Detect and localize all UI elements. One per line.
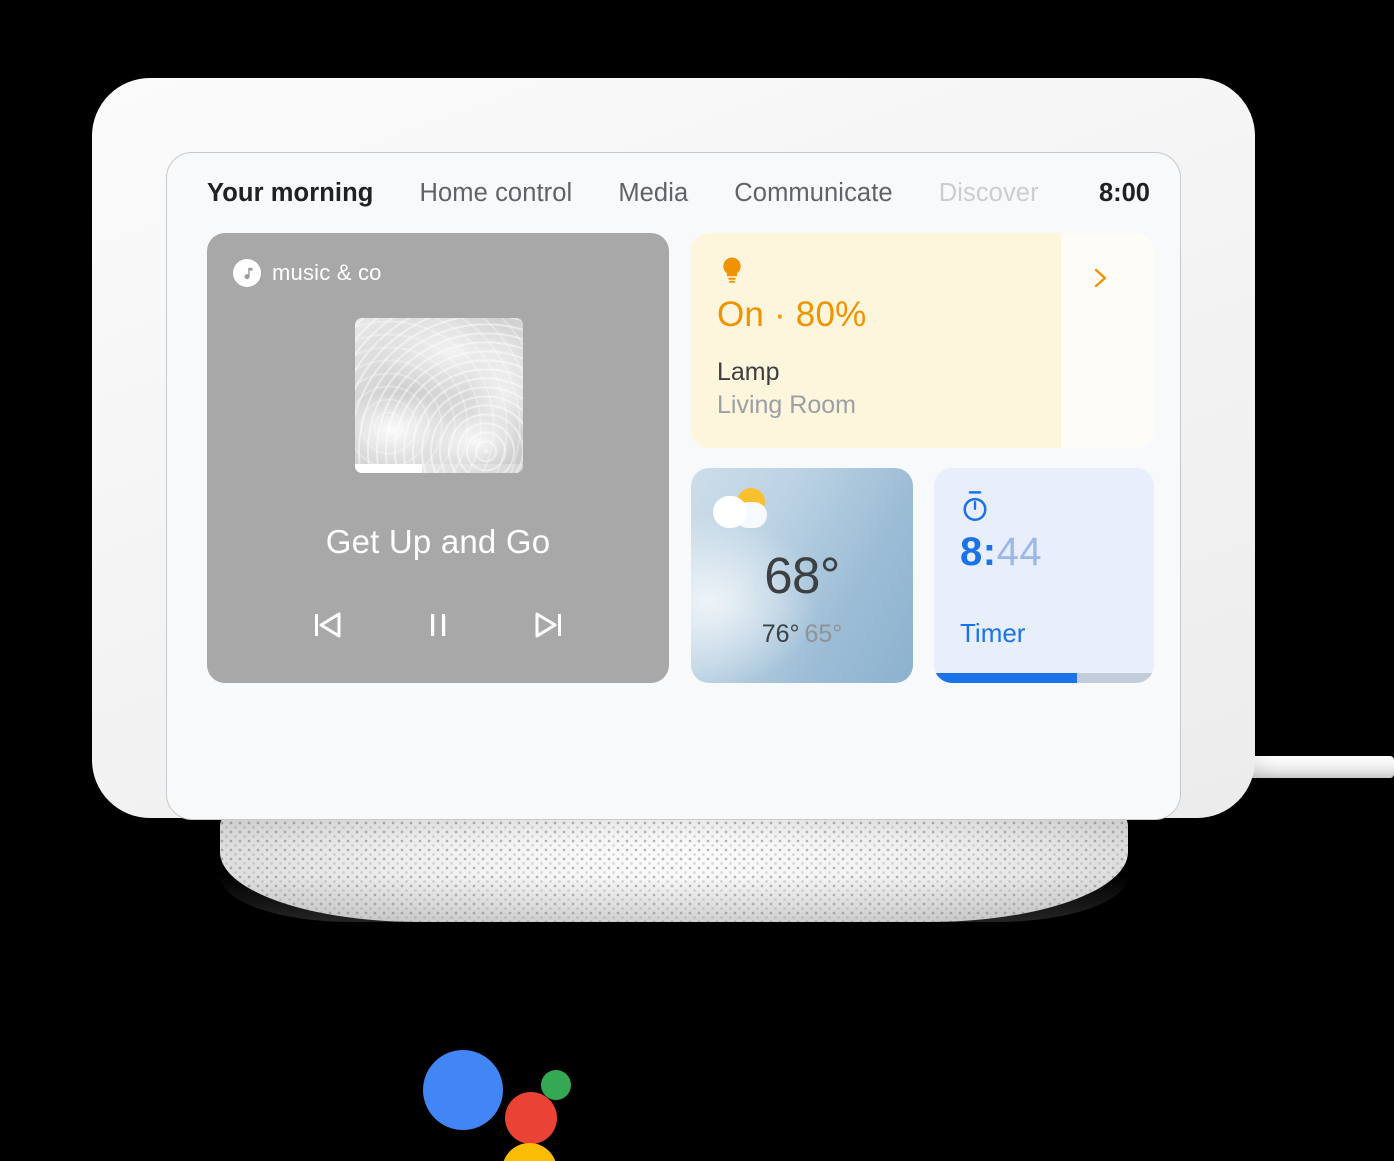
music-note-icon (233, 259, 261, 287)
timer-label: Timer (960, 618, 1026, 648)
stopwatch-icon (960, 490, 990, 527)
skip-previous-icon[interactable] (305, 603, 349, 647)
timer-card[interactable]: 8:44 Timer (934, 468, 1154, 683)
album-art (355, 318, 523, 473)
device-body: Your morning Home control Media Communic… (92, 78, 1255, 820)
current-temperature: 68° (764, 547, 840, 604)
music-source-label: music & co (272, 260, 382, 285)
playback-controls (207, 603, 669, 647)
speaker-mesh (220, 812, 1128, 922)
music-source-row: music & co (233, 259, 382, 287)
skip-next-icon[interactable] (527, 603, 571, 647)
top-navigation: Your morning Home control Media Communic… (167, 153, 1180, 233)
assistant-dot-red (505, 1092, 557, 1144)
card-grid: music & co Get Up and Go On · 80% Lamp L… (207, 233, 1154, 799)
assistant-dot-green (541, 1070, 571, 1100)
assistant-dot-yellow (502, 1143, 557, 1161)
timer-seconds: 44 (996, 530, 1043, 574)
tab-communicate[interactable]: Communicate (734, 179, 892, 208)
album-progress-bar[interactable] (355, 464, 523, 473)
timer-progress-bar (934, 673, 1154, 683)
partly-cloudy-icon (711, 488, 773, 534)
temperature-high: 76° (761, 620, 800, 648)
tab-discover[interactable]: Discover (939, 179, 1039, 208)
display-screen: Your morning Home control Media Communic… (166, 152, 1181, 820)
temperature-range: 76° 65° (691, 620, 913, 649)
lamp-room-name: Living Room (717, 391, 856, 419)
tab-home-control[interactable]: Home control (419, 179, 572, 208)
lamp-control-card[interactable]: On · 80% Lamp Living Room (691, 233, 1154, 448)
cloud-front-shape (713, 496, 747, 528)
chevron-right-icon[interactable] (1090, 265, 1112, 296)
track-title: Get Up and Go (325, 523, 551, 560)
lightbulb-icon (717, 255, 747, 290)
page-root: Your morning Home control Media Communic… (0, 0, 1394, 1161)
lamp-device-name: Lamp (717, 358, 780, 386)
pause-icon[interactable] (416, 603, 460, 647)
status-clock: 8:00 (1098, 178, 1150, 207)
timer-minutes: 8: (960, 530, 997, 574)
lamp-state-label: On · 80% (717, 295, 867, 334)
music-player-card[interactable]: music & co Get Up and Go (207, 233, 669, 683)
weather-card[interactable]: 68° 76° 65° (691, 468, 913, 683)
temperature-low: 65° (804, 620, 843, 648)
assistant-dot-blue (423, 1050, 503, 1130)
timer-remaining: 8:44 (960, 530, 1042, 575)
google-assistant-logo (420, 1045, 580, 1161)
tab-media[interactable]: Media (618, 179, 688, 208)
tab-your-morning[interactable]: Your morning (207, 179, 373, 208)
speaker-base (220, 812, 1128, 922)
